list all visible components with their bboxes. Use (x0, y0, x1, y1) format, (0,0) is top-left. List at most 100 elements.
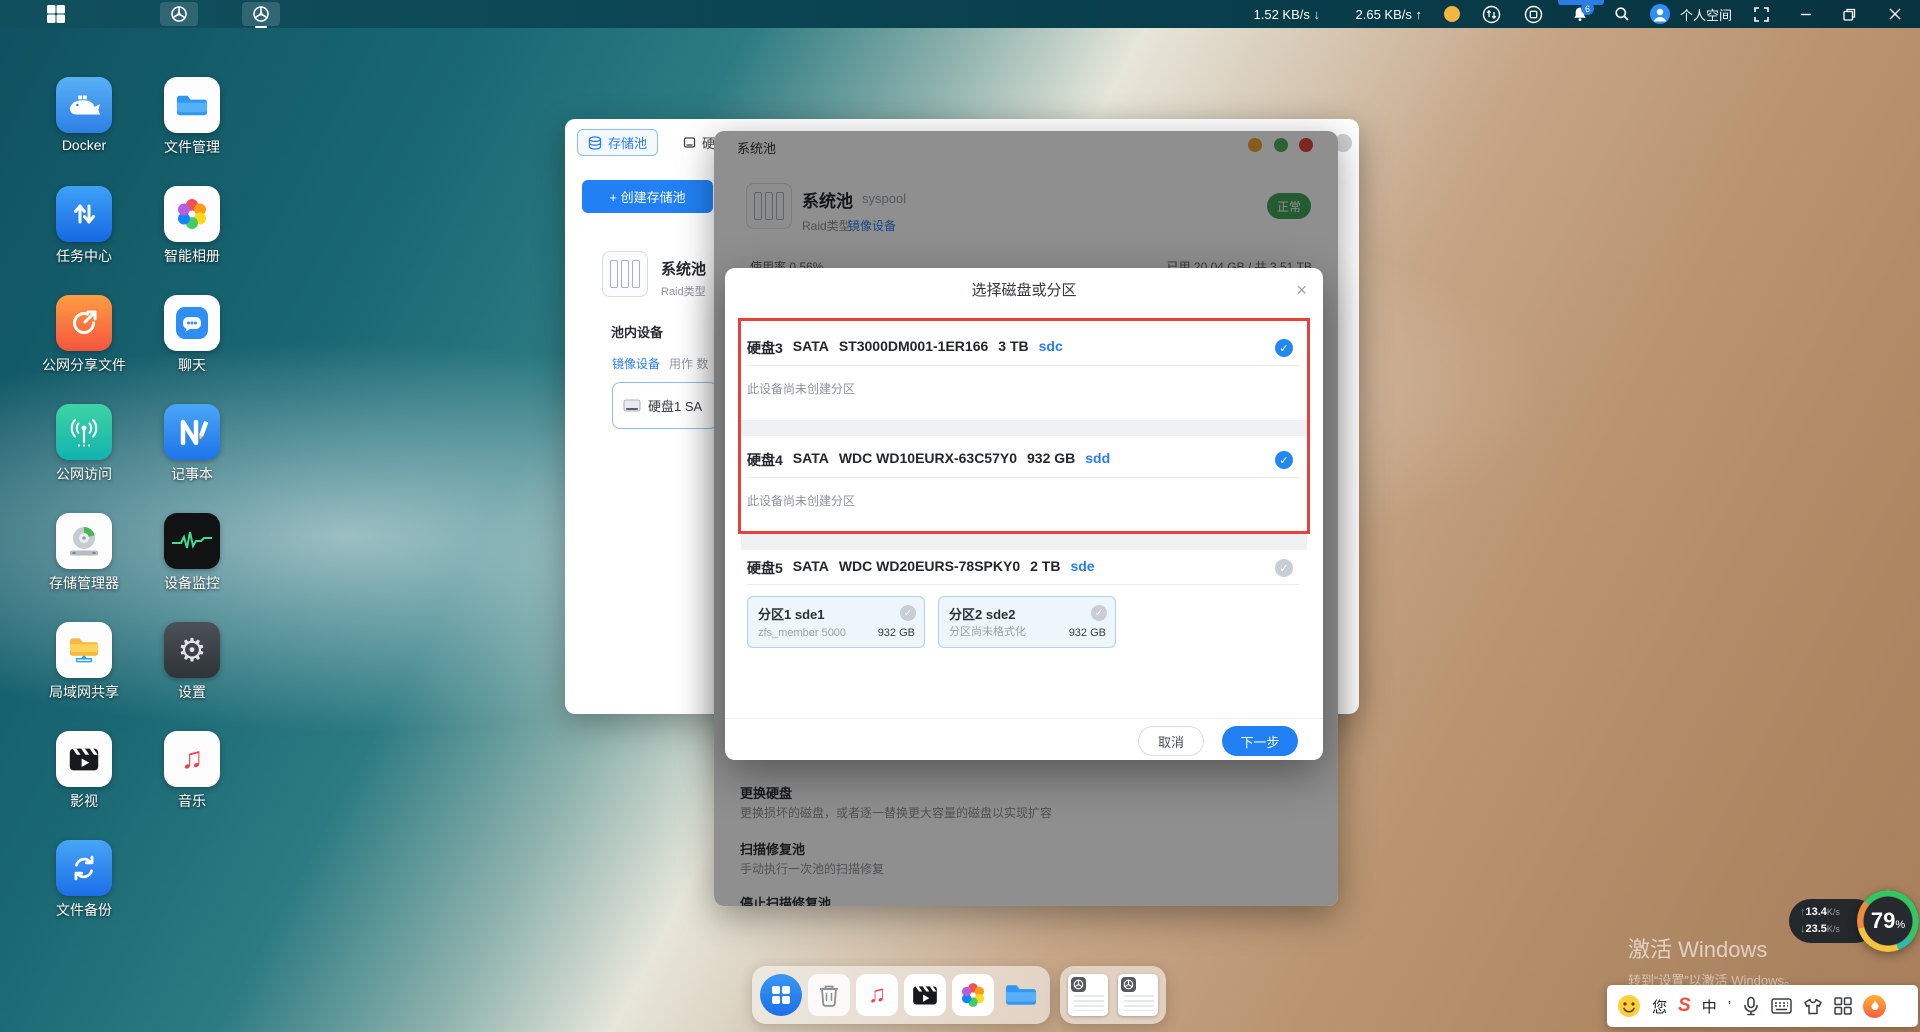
modal-close-icon[interactable]: × (1296, 279, 1307, 301)
disk-size: 3 TB (998, 338, 1028, 358)
transfer-icon[interactable] (1479, 0, 1503, 28)
disk-name: 硬盘3 (747, 338, 783, 358)
ime-language-toggle[interactable]: 中 (1702, 996, 1717, 1017)
activate-windows-watermark: 激活 Windows 转到“设置”以激活 Windows。 (1628, 932, 1797, 989)
close-button[interactable] (1883, 0, 1907, 28)
disk-name: 硬盘4 (747, 450, 783, 470)
minimize-button[interactable] (1794, 0, 1818, 28)
disk-row-desc: 此设备尚未创建分区 (747, 492, 855, 509)
start-grid-icon (46, 4, 66, 24)
window-thumbnail[interactable] (1118, 974, 1158, 1016)
keyboard-icon[interactable] (1771, 998, 1792, 1014)
desktop-icon-storage-manager[interactable]: 存储管理器 (56, 513, 112, 569)
next-step-button[interactable]: 下一步 (1222, 726, 1298, 756)
ime-promo-icon[interactable] (1863, 995, 1886, 1018)
fnos-logo-icon (252, 5, 270, 23)
start-button[interactable] (44, 0, 68, 28)
desktop-icon-public-share[interactable]: 公网分享文件 (56, 295, 112, 351)
desktop-icon-notes[interactable]: 记事本 (164, 404, 220, 460)
sync-arrows-icon (67, 851, 101, 885)
display-icon[interactable] (1521, 0, 1545, 28)
disk-disabled-check: ✓ (1275, 559, 1293, 577)
active-app-indicator (255, 26, 267, 28)
desktop-icon-task-center[interactable]: 任务中心 (56, 186, 112, 242)
percent-value: 79 (1871, 908, 1895, 934)
disk-name: 硬盘5 (747, 558, 783, 578)
photos-flower-icon (958, 980, 988, 1010)
dock-launcher-icon[interactable] (760, 974, 802, 1016)
disk1-list-item[interactable]: 硬盘1 SA (612, 382, 718, 429)
desktop-icon-photos[interactable]: 智能相册 (164, 186, 220, 242)
disk-row-title[interactable]: 硬盘4 SATA WDC WD10EURX-63C57Y0 932 GB sdd (747, 450, 1110, 470)
disk-bus: SATA (793, 450, 829, 470)
search-icon[interactable] (1610, 0, 1634, 28)
taskbar-app-fnos-2[interactable] (242, 2, 280, 26)
microphone-icon[interactable] (1742, 996, 1760, 1016)
dock-photos-icon[interactable] (952, 974, 994, 1016)
modal-title: 选择磁盘或分区 (725, 268, 1323, 314)
dock-music-icon[interactable]: ♫ (856, 974, 898, 1016)
window-thumbnail[interactable] (1068, 974, 1108, 1016)
toolbox-grid-icon[interactable] (1834, 997, 1852, 1015)
pool-name: 系统池 (661, 258, 706, 279)
chat-bubble-icon (173, 304, 211, 342)
disk-bus: SATA (793, 558, 829, 578)
disk-size: 2 TB (1030, 558, 1060, 578)
ime-hint-text: 您 (1652, 996, 1667, 1017)
heartbeat-icon (172, 529, 212, 553)
disk-row-title[interactable]: 硬盘5 SATA WDC WD20EURS-78SPKY0 2 TB sde (747, 558, 1095, 578)
sogou-logo[interactable]: S (1678, 995, 1691, 1017)
desktop-icon-lan-share[interactable]: 局域网共享 (56, 622, 112, 678)
fullscreen-icon[interactable] (1749, 0, 1773, 28)
taskbar: 1.52 KB/s ↓ 2.65 KB/s ↑ 6 个人空间 (0, 0, 1920, 28)
disk-size: 932 GB (1027, 450, 1075, 470)
user-avatar[interactable] (1650, 0, 1670, 28)
partition-size: 932 GB (878, 627, 915, 639)
mirror-device-tab[interactable]: 镜像设备 (612, 355, 660, 372)
disk-device: sdc (1039, 338, 1063, 358)
desktop-icon-public-access[interactable]: 公网访问 (56, 404, 112, 460)
maximize-button[interactable] (1837, 0, 1861, 28)
desktop-icon-music[interactable]: ♫ 音乐 (164, 731, 220, 787)
disk-device: sde (1070, 558, 1094, 578)
desktop-icon-file-manager[interactable]: 文件管理 (164, 77, 220, 133)
percent-unit: % (1895, 919, 1905, 931)
pool-array-icon (602, 251, 648, 297)
notes-icon (174, 416, 210, 448)
clapperboard-icon (66, 744, 102, 774)
desktop-icon-file-backup[interactable]: 文件备份 (56, 840, 112, 896)
desktop-icon-movies[interactable]: 影视 (56, 731, 112, 787)
partition-chip[interactable]: 分区1 sde1 ✓ zfs_member 5000 932 GB (747, 596, 925, 648)
disk-row-title[interactable]: 硬盘3 SATA ST3000DM001-1ER166 3 TB sdc (747, 338, 1063, 358)
ime-punct-toggle[interactable]: ’ (1728, 998, 1731, 1015)
desktop-icon-settings[interactable]: ⚙ 设置 (164, 622, 220, 678)
dock-trash-icon[interactable] (808, 974, 850, 1016)
taskbar-app-fnos-1[interactable] (160, 2, 198, 26)
disk-selected-check[interactable]: ✓ (1275, 339, 1293, 357)
cancel-button[interactable]: 取消 (1138, 726, 1204, 756)
smiley-icon[interactable] (1617, 994, 1641, 1018)
partition-check: ✓ (1091, 605, 1107, 621)
user-space-label[interactable]: 个人空间 (1680, 0, 1732, 28)
dock-folder-icon[interactable] (1000, 974, 1042, 1016)
folder-icon (175, 92, 209, 119)
partition-info: 分区尚未格式化 (949, 623, 1026, 639)
dock-movies-icon[interactable] (904, 974, 946, 1016)
network-folder-icon (67, 634, 101, 666)
skin-shirt-icon[interactable] (1803, 998, 1823, 1015)
status-dot-icon[interactable] (1444, 6, 1460, 22)
desktop-icon-chat[interactable]: 聊天 (164, 295, 220, 351)
desktop-icon-device-monitor[interactable]: 设备监控 (164, 513, 220, 569)
dock-window-group (1060, 966, 1166, 1024)
disk-selected-check[interactable]: ✓ (1275, 451, 1293, 469)
create-pool-button[interactable]: + 创建存储池 (582, 180, 713, 213)
usage-percent-widget[interactable]: 79 % (1857, 890, 1919, 952)
folder-icon (1004, 981, 1038, 1009)
raid-type-label: Raid类型 (661, 283, 706, 299)
partition-chip[interactable]: 分区2 sde2 ✓ 分区尚未格式化 932 GB (938, 596, 1116, 648)
pool-stack-icon (588, 136, 602, 150)
tab-storage-pool[interactable]: 存储池 (577, 129, 658, 156)
desktop-icon-docker[interactable]: Docker (56, 77, 112, 133)
hard-disk-icon (66, 524, 102, 558)
music-note-icon: ♫ (868, 983, 886, 1007)
